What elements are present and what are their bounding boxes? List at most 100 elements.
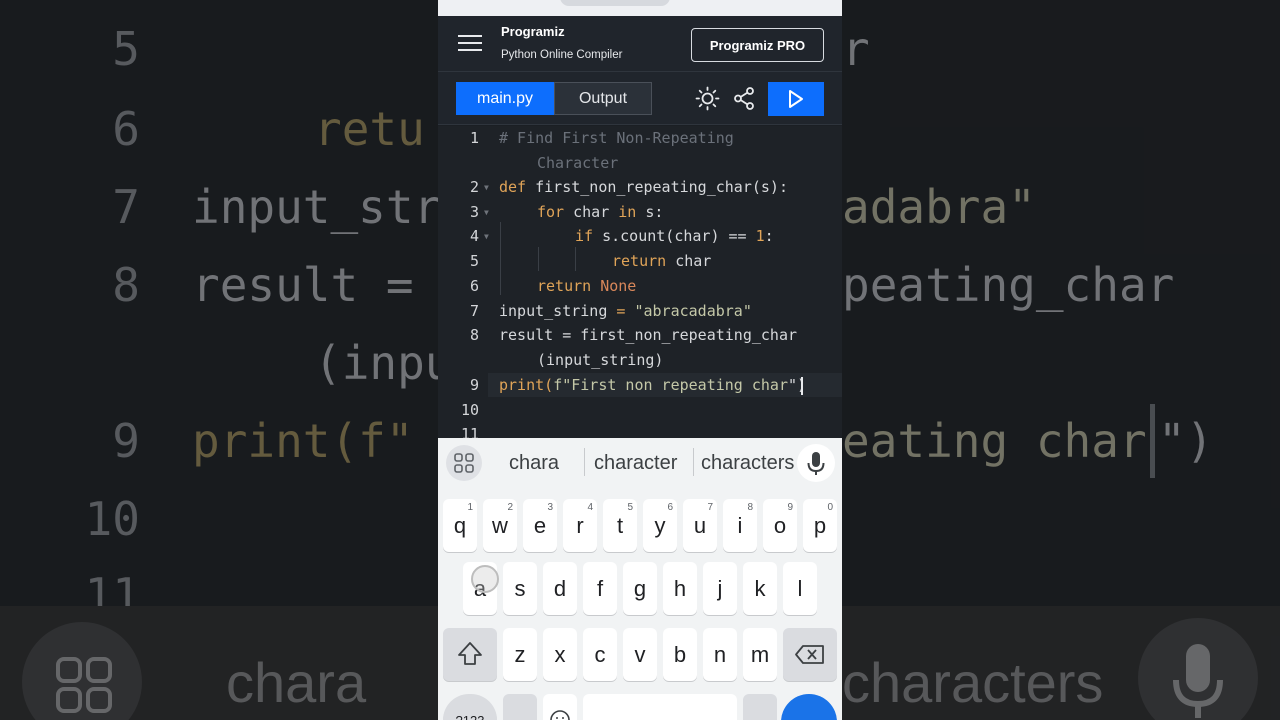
- key-c[interactable]: c: [583, 628, 617, 681]
- line-number: 11: [460, 425, 479, 438]
- indent-guide: [500, 222, 501, 295]
- key-y[interactable]: y6: [643, 499, 677, 552]
- programiz-pro-button[interactable]: Programiz PRO: [691, 28, 824, 62]
- fold-arrow-icon[interactable]: ▼: [484, 183, 489, 192]
- indent-guide: [575, 247, 576, 271]
- code-operator: =: [607, 302, 635, 320]
- line-number: 10: [460, 401, 479, 419]
- line-number: 5: [469, 252, 479, 270]
- symbols-key[interactable]: ?123: [443, 694, 497, 720]
- code-text: s:: [636, 203, 664, 221]
- key-f[interactable]: f: [583, 562, 617, 615]
- key-m[interactable]: m: [743, 628, 777, 681]
- shift-key[interactable]: [443, 628, 497, 681]
- suggestion-chip[interactable]: character: [594, 452, 677, 475]
- code-line-8: result = first_non_repeating_char: [499, 326, 798, 344]
- code-keyword: def: [499, 178, 527, 196]
- key-z[interactable]: z: [503, 628, 537, 681]
- line-number: 4: [469, 227, 479, 245]
- key-t[interactable]: t5: [603, 499, 637, 552]
- code-function: print: [499, 376, 545, 394]
- address-bar-pill: [560, 0, 670, 6]
- line-number: 9: [469, 376, 479, 394]
- code-string: f"First non repeating char: [553, 376, 788, 394]
- code-text: :: [764, 227, 774, 245]
- sun-icon[interactable]: [695, 86, 720, 111]
- code-line-8-wrap: (input_string): [537, 351, 664, 369]
- share-icon[interactable]: [732, 86, 756, 111]
- brand-subtitle: Python Online Compiler: [501, 49, 623, 61]
- code-line-5: return char: [612, 252, 711, 270]
- code-text: char: [666, 252, 712, 270]
- suggestion-divider: [584, 448, 585, 476]
- key-e[interactable]: e3: [523, 499, 557, 552]
- suggestion-divider: [693, 448, 694, 476]
- key-n[interactable]: n: [703, 628, 737, 681]
- fold-arrow-icon[interactable]: ▼: [484, 232, 489, 241]
- code-line-6: return None: [537, 277, 636, 295]
- text-caret: [801, 377, 803, 395]
- key-d[interactable]: d: [543, 562, 577, 615]
- key-o[interactable]: o9: [763, 499, 797, 552]
- key-h[interactable]: h: [663, 562, 697, 615]
- run-button[interactable]: [768, 82, 824, 116]
- code-line-2: def first_non_repeating_char(s):: [499, 178, 788, 196]
- key-k[interactable]: k: [743, 562, 777, 615]
- code-number: 1: [746, 227, 765, 245]
- shift-arrow-icon: [458, 642, 482, 665]
- key-l[interactable]: l: [783, 562, 817, 615]
- code-keyword: return: [612, 252, 667, 270]
- key-w[interactable]: w2: [483, 499, 517, 552]
- on-screen-keyboard: chara character characters q1 w2 e3 r4 t…: [438, 438, 842, 720]
- code-keyword: in: [618, 203, 637, 221]
- key-v[interactable]: v: [623, 628, 657, 681]
- code-line-7: input_string = "abracadabra": [499, 302, 752, 320]
- grid-icon[interactable]: [446, 445, 482, 481]
- code-text: char: [564, 203, 619, 221]
- code-line-3: for char in s:: [537, 203, 663, 221]
- line-number: 8: [469, 326, 479, 344]
- code-comment: Character: [537, 154, 619, 172]
- code-text: input_string: [499, 302, 608, 320]
- key-x[interactable]: x: [543, 628, 577, 681]
- brand-logo[interactable]: Programiz: [501, 24, 565, 39]
- code-operator: ==: [728, 227, 747, 245]
- key-j[interactable]: j: [703, 562, 737, 615]
- suggestion-bar: chara character characters: [438, 438, 842, 488]
- key-p[interactable]: p0: [803, 499, 837, 552]
- suggestion-chip[interactable]: chara: [509, 452, 559, 475]
- phone-screen: Programiz Python Online Compiler Program…: [438, 0, 842, 720]
- key-q[interactable]: q1: [443, 499, 477, 552]
- tab-main-py[interactable]: main.py: [456, 82, 554, 115]
- fold-arrow-icon[interactable]: ▼: [484, 208, 489, 217]
- key-r[interactable]: r4: [563, 499, 597, 552]
- key-u[interactable]: u7: [683, 499, 717, 552]
- play-icon: [789, 90, 803, 108]
- comma-key[interactable]: [503, 694, 537, 720]
- emoji-icon: [550, 710, 570, 720]
- indent-guide: [538, 247, 539, 271]
- line-number: 3: [469, 203, 479, 221]
- period-key[interactable]: [743, 694, 777, 720]
- space-key[interactable]: [583, 694, 737, 720]
- code-editor[interactable]: 1 2 3 4 5 6 7 8 9 10 11 ▼ ▼ ▼ # Find Fir…: [438, 126, 842, 438]
- code-text: first_non_repeating_char(s):: [526, 178, 788, 196]
- line-number: 2: [469, 178, 479, 196]
- key-s[interactable]: s: [503, 562, 537, 615]
- key-i[interactable]: i8: [723, 499, 757, 552]
- key-b[interactable]: b: [663, 628, 697, 681]
- microphone-icon[interactable]: [797, 444, 835, 482]
- enter-key[interactable]: [781, 694, 837, 720]
- code-text: "): [788, 376, 807, 394]
- backspace-key[interactable]: [783, 628, 837, 681]
- line-number: 6: [469, 277, 479, 295]
- emoji-key[interactable]: [543, 694, 577, 720]
- app-header: Programiz Python Online Compiler Program…: [438, 16, 842, 72]
- code-keyword: if: [575, 227, 594, 245]
- tab-output[interactable]: Output: [554, 82, 652, 115]
- suggestion-chip[interactable]: characters: [701, 452, 794, 475]
- line-number: 1: [469, 129, 479, 147]
- code-line-4: if s.count(char) == 1:: [575, 227, 774, 245]
- hamburger-icon[interactable]: [458, 33, 482, 53]
- key-g[interactable]: g: [623, 562, 657, 615]
